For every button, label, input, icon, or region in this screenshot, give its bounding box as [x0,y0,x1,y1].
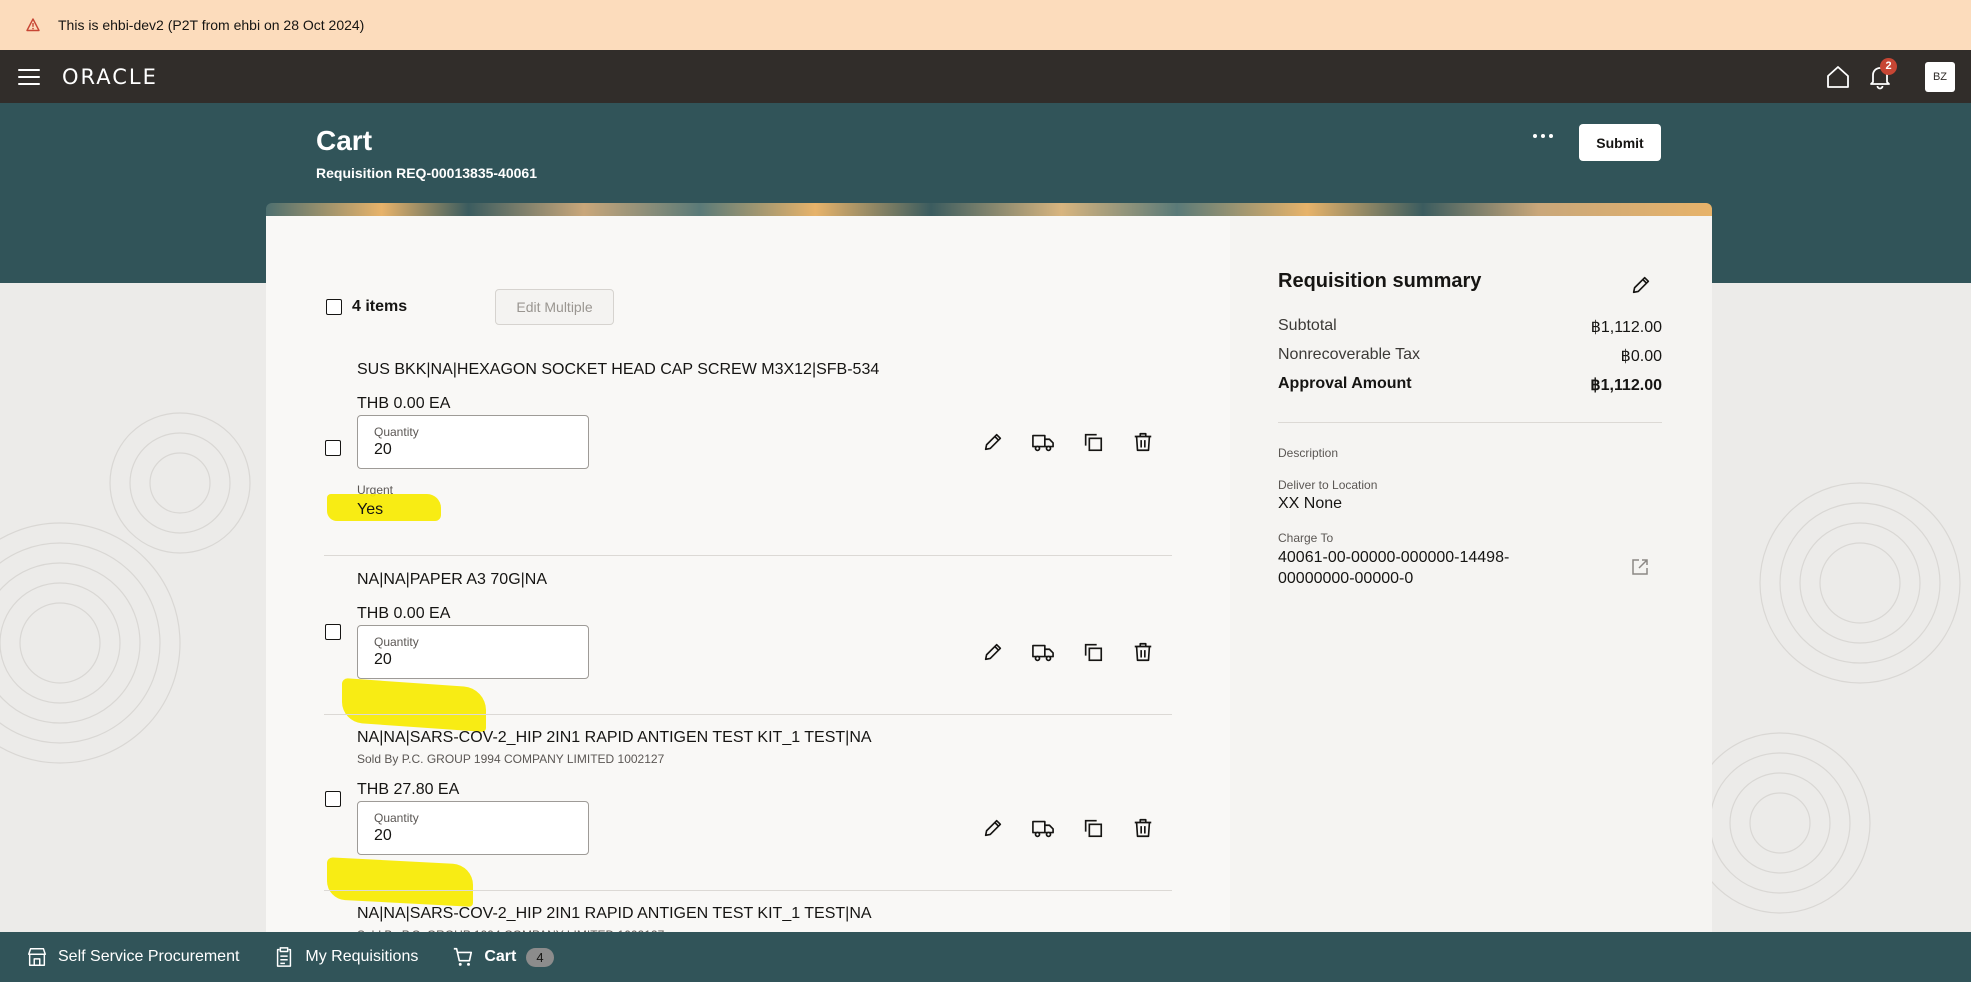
item-actions [980,429,1180,455]
nav-label: My Requisitions [305,948,419,965]
approval-amount-row: Approval Amount ฿1,112.00 [1278,375,1662,395]
select-all-row: 4 items Edit Multiple [326,289,614,325]
copy-icon[interactable] [1080,639,1106,665]
menu-icon[interactable] [18,68,40,85]
copy-icon[interactable] [1080,429,1106,455]
decorative-strip [266,203,1712,217]
item-actions [980,815,1180,841]
edit-summary-pencil-icon[interactable] [1630,274,1652,296]
item-name[interactable]: NA|NA|SARS-COV-2_HIP 2IN1 RAPID ANTIGEN … [357,729,872,747]
requisition-number: Requisition REQ-00013835-40061 [316,165,537,181]
quantity-value[interactable]: 20 [374,651,392,669]
bottom-navigation-bar: Self Service Procurement My Requisitions… [0,932,1971,982]
home-icon[interactable] [1825,64,1851,90]
delivery-truck-icon[interactable] [1030,639,1056,665]
item-checkbox[interactable] [325,791,341,807]
summary-title: Requisition summary [1278,270,1482,292]
subtotal-row: Subtotal ฿1,112.00 [1278,317,1662,337]
cart-icon [454,947,473,966]
urgent-value: Yes [357,501,384,518]
subtotal-value: ฿1,112.00 [1590,319,1662,336]
quantity-input[interactable]: Quantity 20 [357,415,589,469]
summary-divider [1278,422,1662,423]
items-count: 4 items [352,298,408,315]
tax-row: Nonrecoverable Tax ฿0.00 [1278,346,1662,366]
item-checkbox[interactable] [325,440,341,456]
highlight-mark [327,494,441,521]
environment-banner-text: This is ehbi-dev2 (P2T from ehbi on 28 O… [58,17,365,33]
delete-trash-icon[interactable] [1130,429,1156,455]
description-label: Description [1278,446,1339,460]
deliver-to-value: XX None [1278,495,1343,512]
notifications-badge: 2 [1880,57,1897,75]
edit-multiple-button[interactable]: Edit Multiple [495,289,614,325]
environment-banner: This is ehbi-dev2 (P2T from ehbi on 28 O… [0,0,1971,50]
item-price: THB 0.00 EA [357,605,451,622]
item-name[interactable]: NA|NA|PAPER A3 70G|NA [357,571,547,589]
item-checkbox[interactable] [325,624,341,640]
quantity-value[interactable]: 20 [374,441,392,459]
quantity-label: Quantity [374,635,419,649]
warning-icon [26,18,40,32]
cart-lines-panel: 4 items Edit Multiple SUS BKK|NA|HEXAGON… [266,216,1230,942]
delete-trash-icon[interactable] [1130,815,1156,841]
open-external-icon[interactable] [1630,557,1650,577]
submit-button[interactable]: Submit [1579,124,1661,161]
oracle-logo[interactable]: ORACLE [62,65,158,89]
edit-pencil-icon[interactable] [980,815,1006,841]
page-title: Cart [316,125,373,156]
edit-pencil-icon[interactable] [980,639,1006,665]
store-icon [28,948,46,966]
supplier-text: Sold By P.C. GROUP 1994 COMPANY LIMITED … [357,752,665,766]
user-avatar[interactable]: BZ [1925,61,1955,92]
nav-label: Self Service Procurement [58,948,240,965]
approval-amount-label: Approval Amount [1278,375,1412,392]
tax-value: ฿0.00 [1620,348,1662,365]
nav-my-requisitions[interactable]: My Requisitions [273,946,418,968]
charge-to-label: Charge To [1278,531,1334,545]
item-price: THB 0.00 EA [357,395,451,412]
item-divider [324,555,1172,556]
top-navigation-bar: ORACLE 2 BZ [0,50,1971,103]
approval-amount-value: ฿1,112.00 [1590,377,1662,394]
highlight-mark [342,677,486,733]
cart-card: 4 items Edit Multiple SUS BKK|NA|HEXAGON… [266,216,1712,942]
quantity-input[interactable]: Quantity 20 [357,625,589,679]
nav-label: Cart [484,948,517,965]
quantity-label: Quantity [374,425,419,439]
item-price: THB 27.80 EA [357,781,460,798]
item-divider [324,890,1172,891]
item-actions [980,639,1180,665]
item-divider [324,714,1172,715]
highlight-mark [327,857,473,907]
charge-to-value-line-2: 00000000-00000-0 [1278,570,1414,587]
tax-label: Nonrecoverable Tax [1278,346,1421,363]
subtotal-label: Subtotal [1278,317,1337,334]
quantity-label: Quantity [374,811,419,825]
delete-trash-icon[interactable] [1130,639,1156,665]
delivery-truck-icon[interactable] [1030,429,1056,455]
requisition-summary-panel: Requisition summary Subtotal ฿1,112.00 N… [1230,216,1712,932]
item-name[interactable]: SUS BKK|NA|HEXAGON SOCKET HEAD CAP SCREW… [357,361,879,379]
charge-to-value-line-1: 40061-00-00000-000000-14498- [1278,549,1510,566]
cart-count-badge: 4 [526,947,554,967]
clipboard-icon [277,947,292,967]
edit-pencil-icon[interactable] [980,429,1006,455]
delivery-truck-icon[interactable] [1030,815,1056,841]
item-name[interactable]: NA|NA|SARS-COV-2_HIP 2IN1 RAPID ANTIGEN … [357,905,872,923]
more-actions-icon[interactable] [1528,121,1558,151]
copy-icon[interactable] [1080,815,1106,841]
quantity-input[interactable]: Quantity 20 [357,801,589,855]
nav-cart[interactable]: Cart 4 [452,946,554,968]
select-all-checkbox[interactable] [326,299,342,315]
notifications-bell-icon[interactable]: 2 [1867,57,1897,90]
deliver-to-label: Deliver to Location [1278,478,1378,492]
quantity-value[interactable]: 20 [374,827,392,845]
nav-self-service-procurement[interactable]: Self Service Procurement [26,946,239,968]
